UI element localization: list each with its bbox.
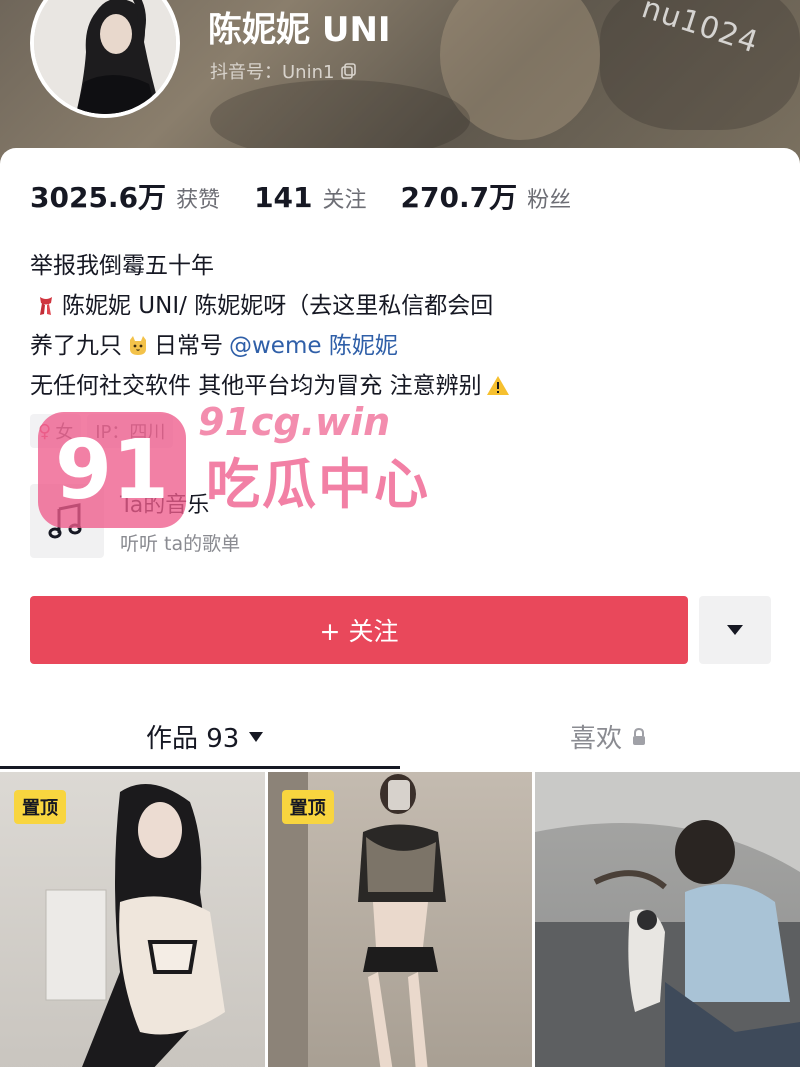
stat-likes[interactable]: 3025.6万 获赞 xyxy=(30,176,220,216)
video-thumbnail[interactable] xyxy=(535,772,800,1067)
pinned-badge: 置顶 xyxy=(14,790,66,824)
content-tabs: 作品 93 喜欢 xyxy=(0,708,800,772)
pinned-badge: 置顶 xyxy=(281,790,334,824)
bio-line: 养了九只 日常号 @weme 陈妮妮 xyxy=(30,326,514,366)
bio-line: 举报我倒霉五十年 xyxy=(30,253,214,279)
gender-tag-text: 女 xyxy=(55,422,74,443)
music-title: Ta的音乐 xyxy=(120,492,210,518)
active-tab-indicator xyxy=(0,766,400,769)
bio-line-text: 无任何社交软件 其他平台均为冒充 注意辨别 xyxy=(30,373,482,399)
profile-card: 3025.6万 获赞 141 关注 270.7万 粉丝 举报我倒霉五十年 陈妮妮… xyxy=(0,148,800,1067)
bio-line: 陈妮妮 UNI/ 陈妮妮呀（去这里私信都会回 xyxy=(30,286,514,326)
stat-likes-label: 获赞 xyxy=(176,188,221,213)
cat-icon xyxy=(130,336,146,355)
scarf-icon xyxy=(40,297,52,315)
ip-tag-text: IP：四川 xyxy=(95,422,166,443)
profile-header-background: nu1024 陈妮妮 UNI 抖音号：Unin1 xyxy=(0,0,800,170)
bio-line-text: 日常号 xyxy=(154,333,223,359)
tab-works[interactable]: 作品 93 xyxy=(146,718,264,755)
stats-row: 3025.6万 获赞 141 关注 270.7万 粉丝 xyxy=(30,176,605,216)
video-thumbnail[interactable]: 置顶 xyxy=(267,772,533,1067)
stat-likes-count: 3025.6万 xyxy=(30,181,167,214)
bio-line-text: 养了九只 xyxy=(30,333,122,359)
music-thumbnail xyxy=(30,484,104,558)
bio: 举报我倒霉五十年 陈妮妮 UNI/ 陈妮妮呀（去这里私信都会回 养了九只 日常号… xyxy=(30,246,514,406)
tab-likes-label: 喜欢 xyxy=(570,724,623,754)
stat-followers[interactable]: 270.7万 粉丝 xyxy=(401,176,572,216)
avatar-image xyxy=(34,0,176,114)
bio-line: 无任何社交软件 其他平台均为冒充 注意辨别 xyxy=(30,366,514,406)
stat-following-count: 141 xyxy=(254,181,313,214)
caret-down-icon xyxy=(249,731,264,742)
gender-tag: ♀ 女 xyxy=(30,414,82,448)
stat-following-label: 关注 xyxy=(322,188,367,213)
works-grid: 置顶 置顶 xyxy=(0,772,800,1067)
stat-following[interactable]: 141 关注 xyxy=(254,181,366,214)
music-subtitle: 听听 ta的歌单 xyxy=(120,532,241,555)
tab-works-label: 作品 93 xyxy=(146,724,240,754)
bio-mention-link[interactable]: @weme 陈妮妮 xyxy=(229,326,398,366)
ip-tag: IP：四川 xyxy=(87,414,174,448)
douyin-id-text: 抖音号：Unin1 xyxy=(210,62,335,83)
music-text: Ta的音乐 听听 ta的歌单 xyxy=(120,487,240,556)
caret-down-icon xyxy=(727,625,743,635)
female-icon: ♀ xyxy=(38,420,52,442)
more-options-button[interactable] xyxy=(699,596,771,664)
video-thumbnail[interactable]: 置顶 xyxy=(0,772,265,1067)
copy-icon[interactable] xyxy=(340,62,358,80)
lock-icon xyxy=(633,727,646,745)
profile-tags: ♀ 女 IP：四川 xyxy=(30,414,174,448)
douyin-id: 抖音号：Unin1 xyxy=(210,58,358,84)
stat-followers-label: 粉丝 xyxy=(527,188,572,213)
warning-icon xyxy=(486,376,509,395)
avatar[interactable] xyxy=(30,0,180,118)
bio-line-text: 陈妮妮 UNI/ 陈妮妮呀（去这里私信都会回 xyxy=(62,293,494,319)
tab-likes[interactable]: 喜欢 xyxy=(570,718,646,755)
music-note-icon xyxy=(48,503,82,539)
stat-followers-count: 270.7万 xyxy=(400,181,518,214)
thumbnail-image xyxy=(535,772,800,1067)
follow-button[interactable]: + 关注 xyxy=(30,596,688,664)
music-entry[interactable]: Ta的音乐 听听 ta的歌单 xyxy=(30,484,240,558)
profile-name: 陈妮妮 UNI xyxy=(208,10,391,50)
follow-button-label: + 关注 xyxy=(319,617,399,646)
